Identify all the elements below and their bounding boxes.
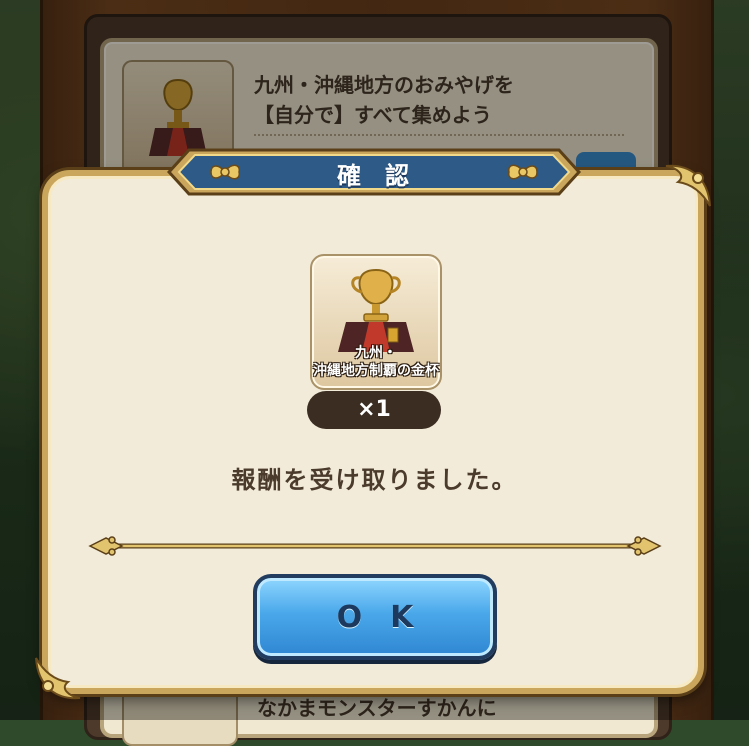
reward-item-tile: 九州・ 沖縄地方制覇の金杯 [310,254,442,390]
ornament-corner-icon [35,657,81,700]
gold-trophy-icon [338,268,414,352]
fleur-de-lis-icon [626,536,662,556]
reward-item-name: 九州・ 沖縄地方制覇の金杯 [312,344,440,380]
confirm-message: 報酬を受け取りました。 [231,466,518,494]
reward-name-line1: 九州・ [355,345,397,361]
fleur-de-lis-icon [88,536,124,556]
reward-quantity-badge: ×1 [307,391,441,429]
ok-button-label: OK [336,599,442,635]
reward-name-line2: 沖縄地方制覇の金杯 [313,363,439,379]
dialog-title: 確認 [337,162,433,190]
ok-button[interactable]: OK [253,574,497,660]
ornament-corner-icon [665,164,711,207]
ornamental-divider [88,536,662,556]
dialog-title-banner: 確認 [166,142,582,202]
